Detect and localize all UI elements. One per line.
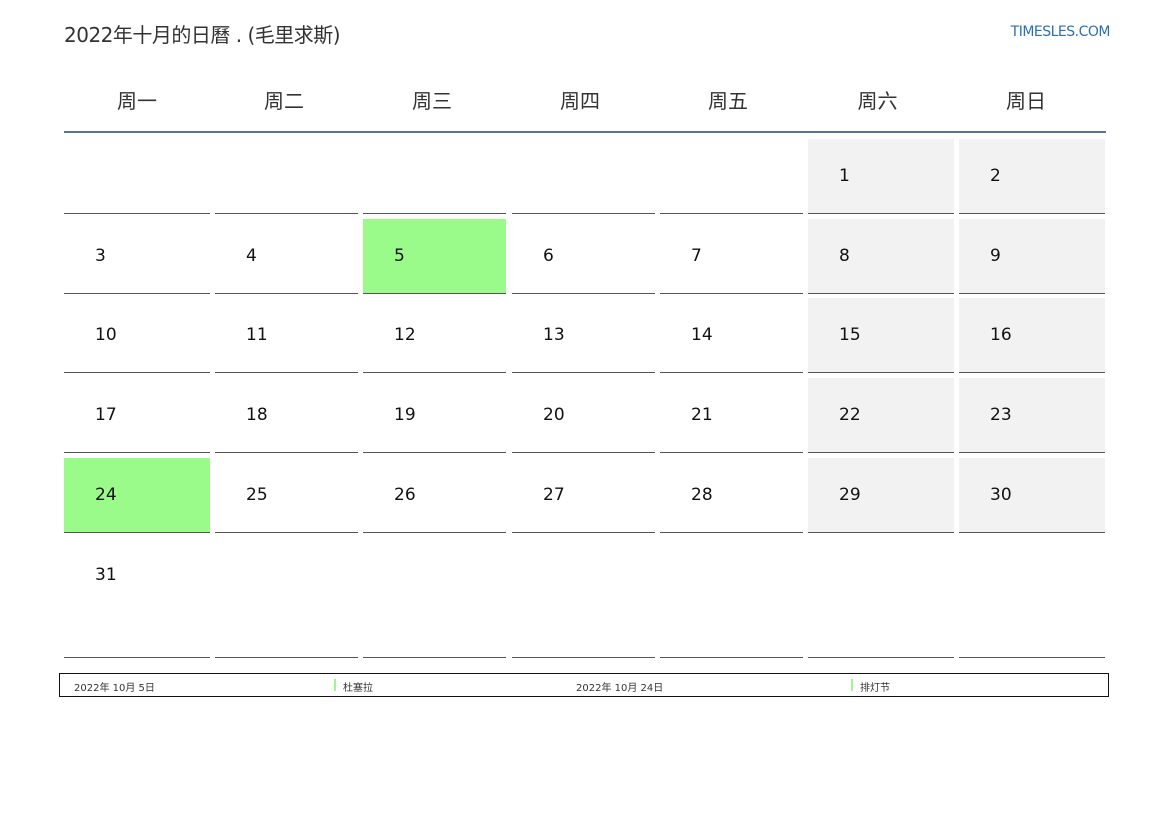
day-number: 16 <box>990 325 1012 345</box>
weekday-sun: 周日 <box>1006 89 1046 113</box>
day-cell: 23 <box>959 378 1105 453</box>
day-cell: 30 <box>959 458 1105 533</box>
day-number: 8 <box>839 246 850 266</box>
day-number: 29 <box>839 485 861 505</box>
day-number: 19 <box>394 405 416 425</box>
day-number: 23 <box>990 405 1012 425</box>
day-cell: 14 <box>660 298 803 373</box>
holiday-marker <box>851 679 853 691</box>
day-cell <box>808 538 954 658</box>
day-cell: 20 <box>512 378 655 453</box>
day-cell <box>660 139 803 214</box>
day-number: 24 <box>95 485 117 505</box>
day-cell: 1 <box>808 139 954 214</box>
site-link[interactable]: TIMESLES.COM <box>1011 24 1111 40</box>
day-number: 17 <box>95 405 117 425</box>
calendar-title: 2022年十月的日曆 . (毛里求斯) <box>64 23 341 47</box>
holiday-marker <box>334 679 336 691</box>
day-number: 31 <box>95 565 117 585</box>
day-cell: 19 <box>363 378 506 453</box>
day-cell: 5 <box>363 219 506 294</box>
day-cell: 31 <box>64 538 210 658</box>
day-cell: 22 <box>808 378 954 453</box>
weekday-wed: 周三 <box>412 89 452 113</box>
weekday-fri: 周五 <box>708 89 748 113</box>
day-cell <box>215 538 358 658</box>
day-number: 28 <box>691 485 713 505</box>
day-cell <box>64 139 210 214</box>
day-cell: 26 <box>363 458 506 533</box>
day-number: 2 <box>990 166 1001 186</box>
day-cell <box>363 139 506 214</box>
day-number: 1 <box>839 166 850 186</box>
holiday-date: 2022年 10月 24日 <box>576 683 664 694</box>
day-cell <box>660 538 803 658</box>
day-cell: 12 <box>363 298 506 373</box>
day-cell: 6 <box>512 219 655 294</box>
holiday-name: 排灯节 <box>860 683 890 694</box>
day-number: 26 <box>394 485 416 505</box>
day-cell: 28 <box>660 458 803 533</box>
day-cell: 17 <box>64 378 210 453</box>
day-number: 30 <box>990 485 1012 505</box>
day-cell: 29 <box>808 458 954 533</box>
day-number: 27 <box>543 485 565 505</box>
day-number: 7 <box>691 246 702 266</box>
day-number: 6 <box>543 246 554 266</box>
day-cell: 16 <box>959 298 1105 373</box>
day-cell: 24 <box>64 458 210 533</box>
day-cell <box>512 139 655 214</box>
day-cell: 8 <box>808 219 954 294</box>
day-cell: 25 <box>215 458 358 533</box>
day-number: 3 <box>95 246 106 266</box>
day-number: 11 <box>246 325 268 345</box>
day-number: 20 <box>543 405 565 425</box>
day-cell: 4 <box>215 219 358 294</box>
weekday-tue: 周二 <box>264 89 304 113</box>
weekday-mon: 周一 <box>117 89 157 113</box>
day-cell: 11 <box>215 298 358 373</box>
day-number: 13 <box>543 325 565 345</box>
day-number: 9 <box>990 246 1001 266</box>
holiday-name: 杜塞拉 <box>343 683 373 694</box>
day-number: 18 <box>246 405 268 425</box>
day-cell: 27 <box>512 458 655 533</box>
day-cell <box>512 538 655 658</box>
holiday-legend: 2022年 10月 5日 杜塞拉 2022年 10月 24日 排灯节 <box>59 673 1109 697</box>
day-number: 10 <box>95 325 117 345</box>
day-cell: 15 <box>808 298 954 373</box>
day-number: 5 <box>394 246 405 266</box>
day-cell: 9 <box>959 219 1105 294</box>
day-number: 4 <box>246 246 257 266</box>
day-cell: 18 <box>215 378 358 453</box>
holiday-date: 2022年 10月 5日 <box>74 683 155 694</box>
weekday-thu: 周四 <box>560 89 600 113</box>
day-cell: 21 <box>660 378 803 453</box>
day-cell: 10 <box>64 298 210 373</box>
day-number: 25 <box>246 485 268 505</box>
day-number: 21 <box>691 405 713 425</box>
day-cell: 3 <box>64 219 210 294</box>
day-cell <box>215 139 358 214</box>
day-cell: 2 <box>959 139 1105 214</box>
day-cell <box>959 538 1105 658</box>
day-number: 22 <box>839 405 861 425</box>
day-number: 14 <box>691 325 713 345</box>
weekday-sat: 周六 <box>857 89 898 113</box>
day-cell <box>363 538 506 658</box>
weekday-header: 周一 周二 周三 周四 周五 周六 周日 <box>64 85 1106 133</box>
day-number: 12 <box>394 325 416 345</box>
day-cell: 13 <box>512 298 655 373</box>
day-cell: 7 <box>660 219 803 294</box>
day-number: 15 <box>839 325 861 345</box>
